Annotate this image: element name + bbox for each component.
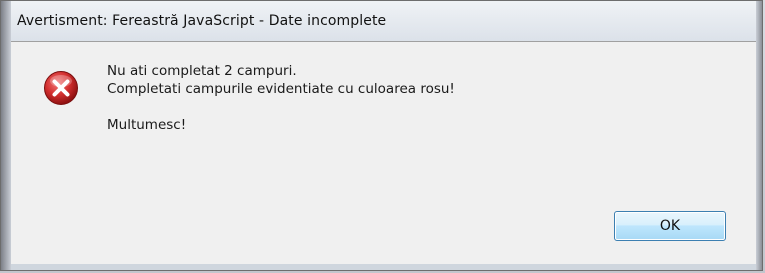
alert-dialog: Avertisment: Fereastră JavaScript - Date… bbox=[0, 0, 763, 271]
dialog-content: Nu ati completat 2 campuri. Completati c… bbox=[11, 42, 756, 203]
dialog-title: Avertisment: Fereastră JavaScript - Date… bbox=[17, 13, 387, 29]
error-icon bbox=[43, 70, 79, 106]
dialog-titlebar[interactable]: Avertisment: Fereastră JavaScript - Date… bbox=[11, 1, 756, 41]
ok-button[interactable]: OK bbox=[614, 211, 726, 241]
message-line-3: Multumesc! bbox=[107, 117, 187, 133]
message-spacer bbox=[107, 98, 455, 116]
dialog-frame-right bbox=[756, 1, 762, 270]
dialog-frame-left bbox=[1, 1, 11, 270]
message-line-2: Completati campurile evidentiate cu culo… bbox=[107, 81, 455, 97]
message-line-1: Nu ati completat 2 campuri. bbox=[107, 63, 297, 79]
dialog-client-area: Nu ati completat 2 campuri. Completati c… bbox=[11, 41, 756, 264]
dialog-message: Nu ati completat 2 campuri. Completati c… bbox=[107, 62, 455, 134]
